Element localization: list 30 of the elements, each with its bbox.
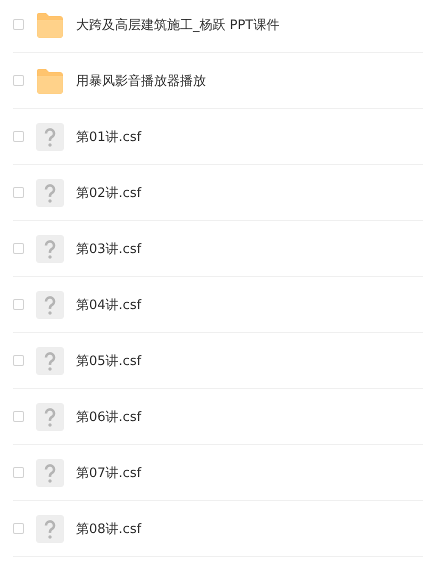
file-name[interactable]: 大跨及高层建筑施工_杨跃 PPT课件	[76, 16, 280, 34]
checkbox[interactable]	[13, 187, 24, 198]
checkbox[interactable]	[13, 131, 24, 142]
file-name[interactable]: 用暴风影音播放器播放	[76, 72, 206, 90]
unknown-file-icon	[36, 290, 64, 318]
checkbox[interactable]	[13, 411, 24, 422]
unknown-file-icon	[36, 346, 64, 374]
unknown-file-icon	[36, 178, 64, 206]
file-name[interactable]: 第04讲.csf	[76, 296, 142, 314]
unknown-file-icon	[36, 234, 64, 262]
checkbox[interactable]	[13, 355, 24, 366]
file-name[interactable]: 第02讲.csf	[76, 184, 142, 202]
file-name[interactable]: 第08讲.csf	[76, 520, 142, 538]
checkbox[interactable]	[13, 523, 24, 534]
checkbox[interactable]	[13, 75, 24, 86]
file-name[interactable]: 第05讲.csf	[76, 352, 142, 370]
checkbox[interactable]	[13, 19, 24, 30]
unknown-file-icon	[36, 458, 64, 486]
file-name[interactable]: 第01讲.csf	[76, 128, 142, 146]
unknown-file-icon	[36, 122, 64, 150]
checkbox[interactable]	[13, 243, 24, 254]
file-name[interactable]: 第06讲.csf	[76, 408, 142, 426]
checkbox[interactable]	[13, 467, 24, 478]
folder-icon	[36, 66, 64, 94]
unknown-file-icon	[36, 514, 64, 542]
folder-icon	[36, 10, 64, 38]
file-name[interactable]: 第07讲.csf	[76, 464, 142, 482]
file-name[interactable]: 第03讲.csf	[76, 240, 142, 258]
checkbox[interactable]	[13, 299, 24, 310]
unknown-file-icon	[36, 402, 64, 430]
